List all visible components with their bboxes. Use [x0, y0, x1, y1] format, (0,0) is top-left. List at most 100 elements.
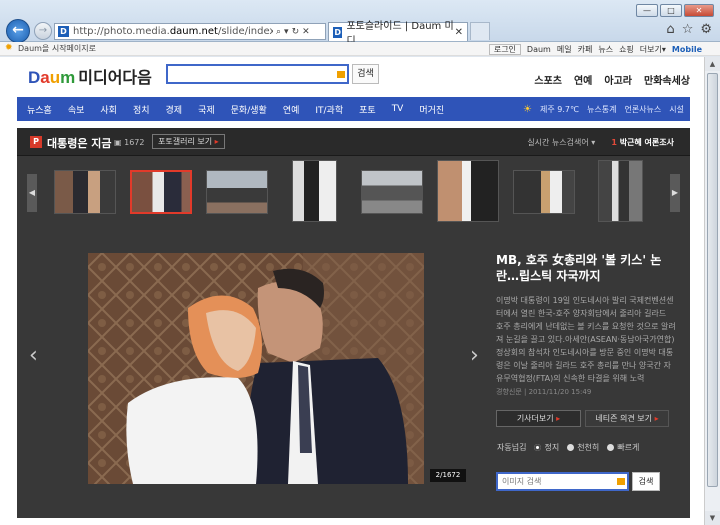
search-button[interactable]: 검색	[352, 64, 379, 84]
util-link-more[interactable]: 더보기▾	[640, 44, 666, 55]
refresh-icon[interactable]: ↻	[292, 27, 300, 37]
browser-chrome: — □ ✕ ← → D http://photo.media.daum.net/…	[0, 0, 720, 47]
scroll-down-icon[interactable]: ▼	[705, 511, 720, 525]
weather-text[interactable]: 제주 9.7℃	[540, 104, 579, 115]
nav-magazine[interactable]: 머거진	[419, 103, 444, 116]
thumbnail[interactable]	[54, 170, 116, 214]
thumbnail-strip: ◀ ▶	[17, 158, 690, 226]
photo-counter: 2/1672	[430, 469, 466, 482]
util-link-cafe[interactable]: 카페	[578, 44, 593, 55]
nav-politics[interactable]: 정치	[133, 103, 150, 116]
chevron-right-icon: ▶	[671, 188, 679, 197]
service-agora[interactable]: 아고라	[604, 72, 632, 87]
image-search-button[interactable]: 검색	[632, 472, 660, 491]
thumbnail[interactable]	[292, 160, 337, 222]
rank-keyword[interactable]: 1 박근혜 여론조사	[611, 137, 674, 148]
gnb-right: ☀ 제주 9.7℃ 뉴스통계 언론사뉴스 시설	[523, 104, 690, 115]
nav-news-stats[interactable]: 뉴스통계	[587, 104, 616, 115]
address-url[interactable]: http://photo.media.daum.net/slide/index.…	[73, 26, 273, 37]
new-tab-button[interactable]	[470, 22, 490, 40]
autoplay-stop-radio[interactable]: 정지	[534, 442, 559, 453]
util-link-daum[interactable]: Daum	[527, 45, 551, 54]
search-input[interactable]	[166, 64, 349, 84]
service-entertainment[interactable]: 연예	[574, 72, 592, 87]
util-link-shopping[interactable]: 쇼핑	[619, 44, 634, 55]
browser-tools: ⌂ ☆ ⚙	[666, 22, 712, 37]
home-icon[interactable]: ⌂	[666, 22, 674, 37]
util-link-mobile[interactable]: Mobile	[672, 45, 702, 54]
nav-press-news[interactable]: 언론사뉴스	[624, 104, 661, 115]
nav-economy[interactable]: 경제	[166, 103, 183, 116]
close-tab-icon[interactable]: ✕	[455, 27, 463, 38]
stop-icon[interactable]: ✕	[302, 27, 310, 37]
autoplay-slow-radio[interactable]: 천천히	[567, 442, 599, 453]
autoplay-controls: 자동넘김 정지 천천히 빠르게	[497, 442, 639, 453]
thumbs-next-button[interactable]: ▶	[670, 174, 680, 212]
autoplay-fast-radio[interactable]: 빠르게	[607, 442, 639, 453]
thumbnail[interactable]	[513, 170, 575, 214]
dropdown-icon[interactable]: ▾	[284, 27, 289, 37]
chevron-left-icon: ◀	[28, 188, 36, 197]
site-title: 미디어다음	[78, 68, 152, 87]
login-button[interactable]: 로그인	[488, 44, 521, 55]
nav-breaking[interactable]: 속보	[68, 103, 85, 116]
prev-photo-button[interactable]: ‹	[29, 343, 38, 368]
service-comics[interactable]: 만화속세상	[644, 72, 690, 87]
photo-article: MB, 호주 女총리와 '볼 키스' 논란…립스틱 자국까지 이명박 대통령이 …	[496, 252, 676, 397]
article-body: 이명박 대통령이 19일 인도네시아 발리 국제컨벤션센터에서 열린 한국-호주…	[496, 296, 676, 383]
address-bar[interactable]: D http://photo.media.daum.net/slide/inde…	[54, 23, 326, 40]
nav-it-science[interactable]: IT/과학	[315, 103, 343, 116]
keyboard-icon[interactable]	[617, 478, 625, 485]
arrow-right-icon: →	[38, 25, 48, 36]
favorites-star-icon[interactable]: ☆	[682, 22, 694, 37]
read-more-button[interactable]: 기사더보기 ▸	[496, 410, 581, 427]
thumbs-prev-button[interactable]: ◀	[27, 174, 37, 212]
back-button[interactable]: ←	[6, 19, 30, 43]
nav-culture[interactable]: 문화/생활	[231, 103, 267, 116]
thumbnail[interactable]	[361, 170, 423, 214]
next-photo-button[interactable]: ›	[470, 343, 479, 368]
service-menu: 스포츠 연예 아고라 만화속세상	[534, 72, 690, 87]
utility-links: 로그인 Daum 메일 카페 뉴스 쇼핑 더보기▾ Mobile	[488, 44, 702, 55]
close-window-button[interactable]: ✕	[684, 4, 714, 17]
set-homepage-link[interactable]: Daum을 시작페이지로	[18, 44, 96, 53]
nav-news-home[interactable]: 뉴스홈	[27, 103, 52, 116]
realtime-label[interactable]: 실시간 뉴스검색어 ▾	[527, 137, 595, 148]
chevron-left-icon: ‹	[29, 343, 38, 368]
minimize-button[interactable]: —	[636, 4, 658, 17]
scroll-up-icon[interactable]: ▲	[705, 57, 720, 71]
arrow-left-icon: ←	[12, 22, 24, 38]
photo-badge-icon: P	[30, 136, 42, 148]
nav-tv[interactable]: TV	[392, 104, 404, 114]
util-link-news[interactable]: 뉴스	[598, 44, 613, 55]
article-buttons: 기사더보기 ▸ 네티즌 의견 보기 ▸	[496, 410, 669, 427]
util-link-mail[interactable]: 메일	[557, 44, 572, 55]
article-headline[interactable]: MB, 호주 女총리와 '볼 키스' 논란…립스틱 자국까지	[496, 252, 676, 284]
section-title: 대통령은 지금	[47, 137, 112, 150]
browser-tab-active[interactable]: D 포토슬라이드 | Daum 미디... ✕	[328, 21, 468, 47]
search-icon[interactable]: ⌕	[276, 27, 281, 37]
nav-photo[interactable]: 포토	[359, 103, 376, 116]
gear-icon[interactable]: ⚙	[700, 22, 712, 37]
forward-button[interactable]: →	[34, 22, 52, 40]
thumbnail[interactable]	[437, 160, 499, 222]
main-photo	[88, 253, 424, 484]
comments-button[interactable]: 네티즌 의견 보기 ▸	[585, 410, 669, 427]
site-logo[interactable]: Daum 미디어다음	[28, 64, 152, 88]
image-search-input[interactable]: 이미지 검색	[496, 472, 629, 491]
radio-icon	[567, 444, 575, 451]
thumbnail-selected[interactable]	[130, 170, 192, 214]
nav-entertainment[interactable]: 연예	[283, 103, 300, 116]
gallery-button[interactable]: 포토갤러리 보기 ▸	[152, 134, 225, 149]
service-sports[interactable]: 스포츠	[534, 72, 562, 87]
thumbnail[interactable]	[598, 160, 643, 222]
thumbnail[interactable]	[206, 170, 268, 214]
keyboard-icon[interactable]	[337, 71, 345, 78]
nav-world[interactable]: 국제	[198, 103, 215, 116]
maximize-button[interactable]: □	[660, 4, 682, 17]
scrollbar-thumb[interactable]	[707, 73, 718, 487]
nav-society[interactable]: 사회	[100, 103, 117, 116]
nav-facility[interactable]: 시설	[669, 104, 684, 115]
global-nav: 뉴스홈 속보 사회 정치 경제 국제 문화/생활 연예 IT/과학 포토 TV …	[17, 97, 690, 121]
vertical-scrollbar[interactable]: ▲ ▼	[704, 57, 720, 525]
